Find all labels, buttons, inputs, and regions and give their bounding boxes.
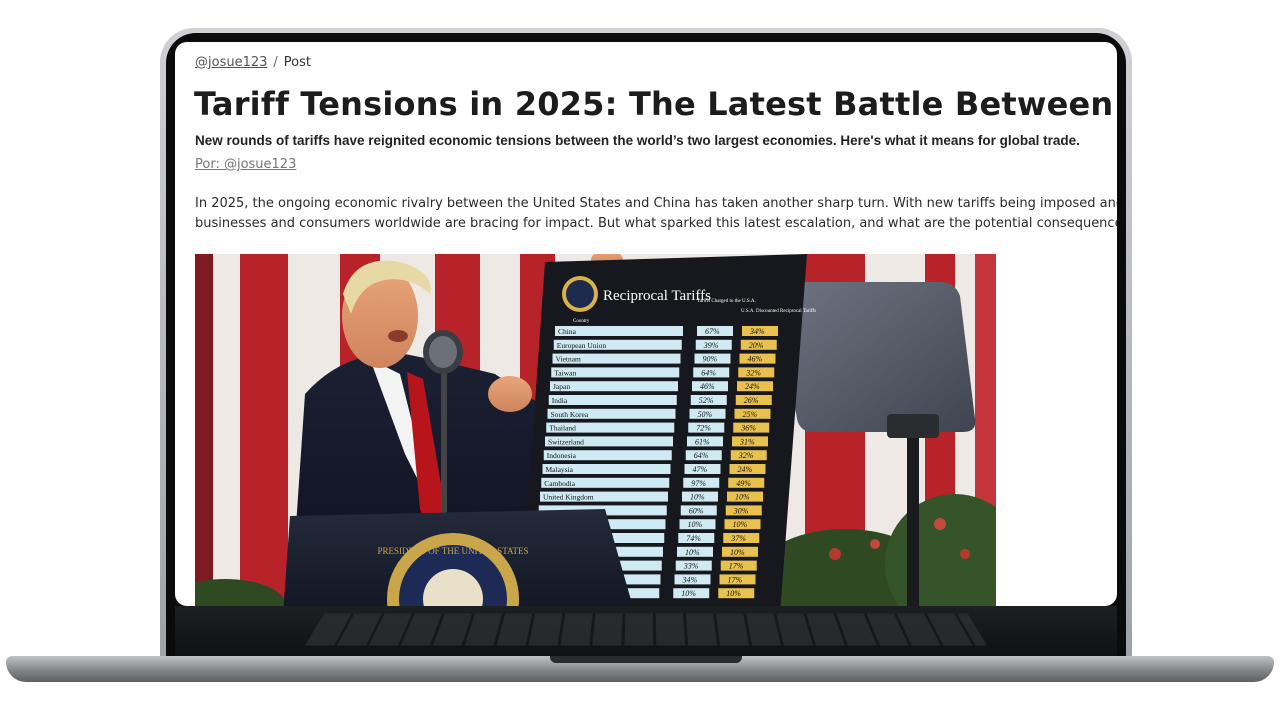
row-reciprocal: 49% [736,479,751,488]
row-country: China [558,327,577,336]
breadcrumb-user-link[interactable]: @josue123 [195,55,267,70]
row-country: India [552,396,568,405]
row-country: United Kingdom [543,493,594,502]
row-charged: 10% [685,548,700,557]
row-charged: 74% [686,534,701,543]
tariff-row: China 67% 34% [555,326,778,336]
row-charged: 46% [700,382,715,391]
row-charged: 90% [703,355,718,364]
row-reciprocal: 37% [730,534,746,543]
laptop-keyboard [175,606,1117,658]
row-charged: 10% [688,520,703,529]
board-col-charged: Tariffs Charged to the U.S.A. [697,299,756,304]
breadcrumb-current: Post [283,55,311,70]
row-reciprocal: 24% [745,382,760,391]
podium: PRESIDENT OF THE UNITED STATES [283,509,633,606]
row-charged: 34% [682,575,698,584]
article-intro: In 2025, the ongoing economic rivalry be… [195,194,1117,234]
row-charged: 67% [705,327,720,336]
breadcrumb: @josue123 / Post [195,55,311,70]
article-photo: Reciprocal Tariffs Country Tariffs Charg… [195,254,996,606]
row-charged: 47% [693,465,708,474]
row-country: Switzerland [548,437,584,446]
row-reciprocal: 34% [749,327,765,336]
row-charged: 64% [694,451,709,460]
row-charged: 10% [690,493,705,502]
row-reciprocal: 10% [735,493,750,502]
row-reciprocal: 10% [726,589,741,598]
row-charged: 61% [695,437,710,446]
row-country: Japan [553,382,570,391]
row-country-cell [548,395,677,405]
row-reciprocal: 30% [733,506,749,515]
tariff-row: South Korea 50% 25% [547,408,771,419]
tariff-row: Malaysia 47% 24% [542,464,766,474]
laptop-base [6,656,1274,682]
tariff-row: Indonesia 64% 32% [543,450,767,461]
row-reciprocal: 36% [740,424,756,433]
row-country: Cambodia [544,479,575,488]
tariff-row: European Union 39% 20% [553,339,777,350]
row-charged: 60% [689,506,704,515]
intro-line-2: businesses and consumers worldwide are b… [195,216,1117,231]
row-charged: 52% [699,396,714,405]
row-reciprocal: 25% [743,410,758,419]
row-country: Thailand [549,424,576,433]
row-reciprocal: 46% [748,355,763,364]
seal-text: PRESIDENT OF THE UNITED STATES [378,546,529,556]
row-reciprocal: 17% [728,575,743,584]
board-col-reciprocal: U.S.A. Discounted Reciprocal Tariffs [741,309,816,314]
row-reciprocal: 20% [749,341,764,350]
row-country: Vietnam [556,355,582,364]
row-reciprocal: 32% [738,451,754,460]
row-country: Malaysia [546,465,574,474]
board-title: Reciprocal Tariffs [603,288,711,304]
article-subtitle: New rounds of tariffs have reignited eco… [195,133,1080,148]
row-charged: 50% [698,410,713,419]
tariff-row: Cambodia 97% 49% [541,477,765,488]
row-reciprocal: 31% [739,437,755,446]
row-country: Taiwan [554,368,576,377]
tariff-row: Thailand 72% 36% [546,422,770,433]
row-reciprocal: 17% [729,562,744,571]
row-charged: 10% [681,589,696,598]
board-col-country: Country [573,319,590,324]
row-reciprocal: 10% [730,548,745,557]
breadcrumb-separator: / [273,55,278,70]
tariff-row: India 52% 26% [548,395,772,405]
row-reciprocal: 32% [745,368,761,377]
row-reciprocal: 24% [738,465,753,474]
row-charged: 97% [691,479,706,488]
author-byline-link[interactable]: Por: @josue123 [195,157,296,172]
tariff-row: Japan 46% 24% [550,381,773,392]
tariff-row: United Kingdom 10% 10% [540,491,763,502]
tariff-row: Switzerland 61% 31% [545,436,768,447]
row-charged: 64% [701,368,716,377]
row-reciprocal: 26% [744,396,759,405]
row-charged: 33% [683,562,699,571]
row-reciprocal: 10% [733,520,748,529]
intro-line-1: In 2025, the ongoing economic rivalry be… [195,196,1117,211]
row-charged: 72% [696,424,711,433]
browser-screen: @josue123 / Post Tariff Tensions in 2025: … [175,42,1117,606]
row-charged: 39% [703,341,719,350]
row-country: European Union [557,341,607,350]
photo-illustration: Reciprocal Tariffs Country Tariffs Charg… [195,254,996,606]
row-country: South Korea [551,410,589,419]
article-title: Tariff Tensions in 2025: The Latest Batt… [194,85,1117,123]
row-country: Indonesia [547,451,577,460]
tariff-row: Vietnam 90% 46% [552,353,776,364]
tariff-row: Taiwan 64% 32% [551,367,775,378]
